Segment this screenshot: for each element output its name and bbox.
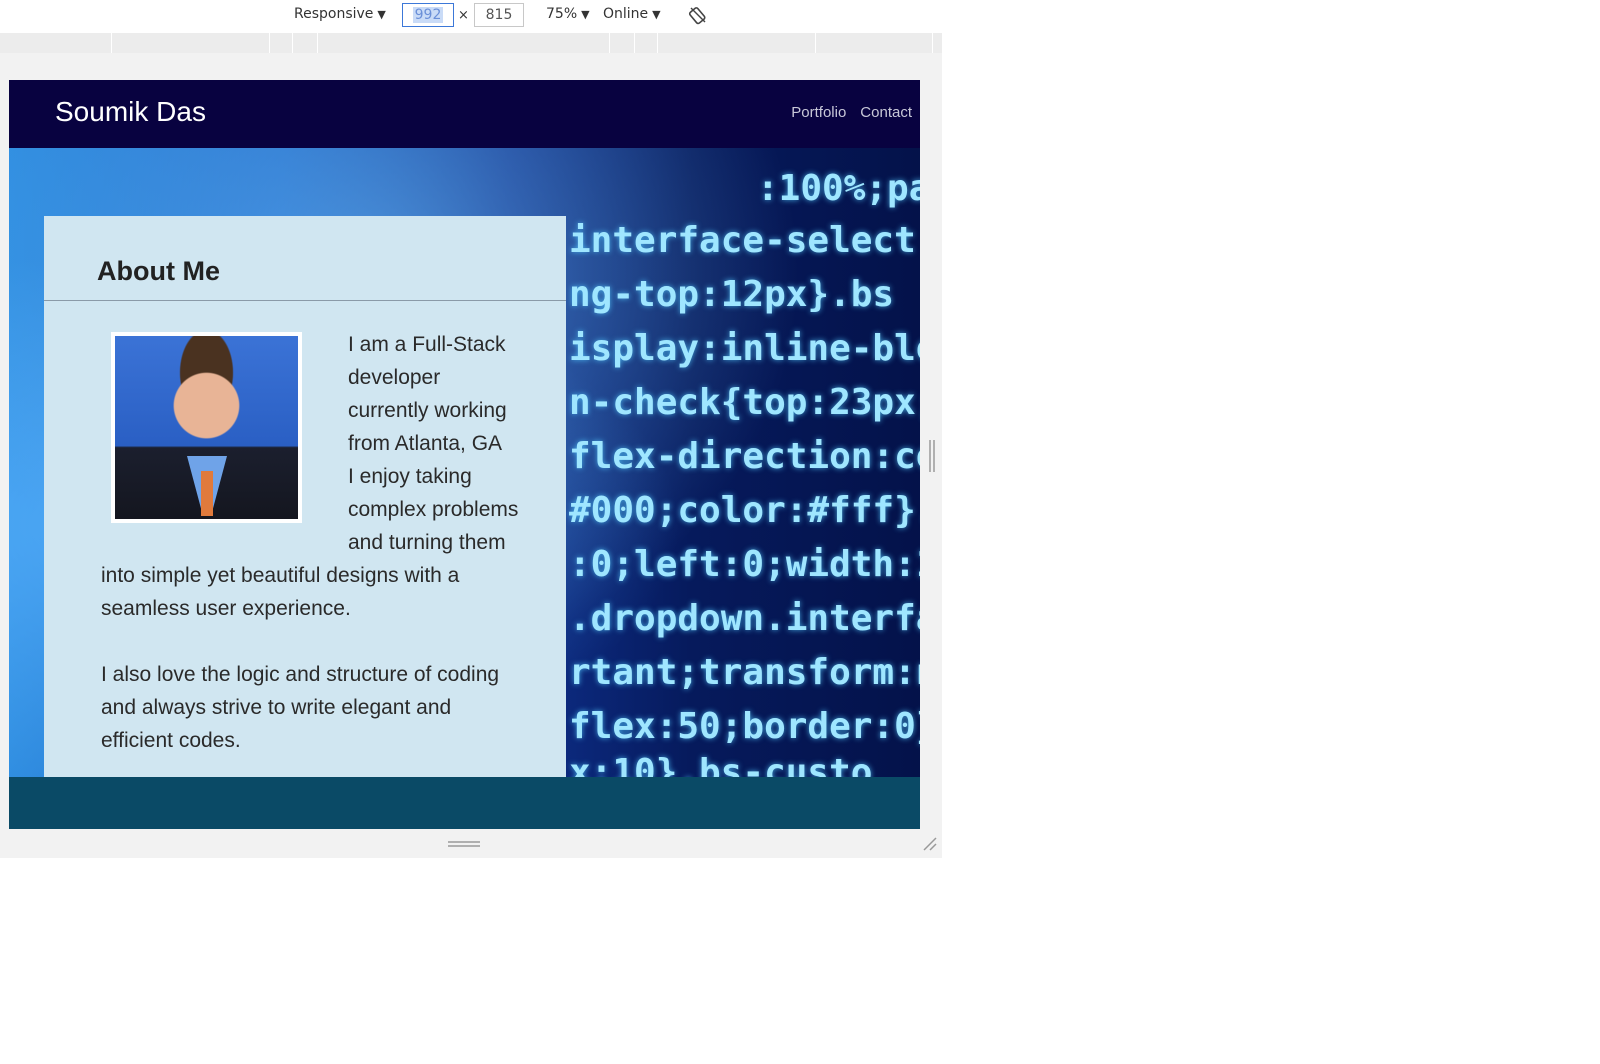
code-text: flex:50;border:0}. (569, 706, 920, 747)
media-seg (932, 33, 933, 53)
code-text: ng-top:12px}.bs (569, 274, 895, 315)
code-text: :100%;pad (757, 168, 920, 209)
navbar: Soumik Das Portfolio Contact (9, 80, 920, 148)
photo-tie (201, 471, 213, 516)
media-seg (317, 33, 318, 53)
media-seg (815, 33, 816, 53)
about-paragraph: I also love the logic and structure of c… (101, 663, 500, 752)
about-title: About Me (97, 256, 220, 286)
device-mode-label: Responsive (294, 6, 374, 22)
device-mode-select[interactable]: Responsive ▼ (294, 6, 386, 22)
rotate-icon[interactable] (688, 5, 708, 25)
zoom-select[interactable]: 75% ▼ (546, 6, 590, 22)
code-text: x:10}.bs-custo (569, 752, 873, 777)
code-text: .dropdown.interface (569, 598, 920, 639)
profile-photo (111, 332, 302, 523)
nav-portfolio-link[interactable]: Portfolio (791, 104, 846, 121)
hero-background: :100%;pad interface-select ng-top:12px}.… (9, 148, 920, 777)
code-text: #000;color:#fff}.l (569, 490, 920, 531)
height-value: 815 (485, 7, 513, 23)
media-seg (292, 33, 293, 53)
emulated-page: Soumik Das Portfolio Contact :100%;pad i… (9, 80, 920, 829)
media-query-bar[interactable] (0, 33, 942, 53)
about-card: About Me I am a Full-Stack developer cur… (44, 216, 566, 777)
network-throttle-select[interactable]: Online ▼ (603, 6, 661, 22)
resize-handle-right[interactable] (929, 440, 935, 472)
width-value: 992 (412, 7, 444, 23)
network-label: Online (603, 6, 649, 22)
media-seg (269, 33, 270, 53)
dimension-separator: × (458, 8, 469, 23)
media-seg (634, 33, 635, 53)
zoom-label: 75% (546, 6, 578, 22)
chevron-down-icon: ▼ (652, 7, 661, 21)
nav-links: Portfolio Contact (791, 104, 912, 121)
resize-corner-icon[interactable] (922, 836, 938, 852)
code-text: :0;left:0;width:10 (569, 544, 920, 585)
code-text: n-check{top:23px; (569, 382, 920, 423)
media-seg (111, 33, 112, 53)
about-body: I am a Full-Stack developer currently wo… (101, 328, 521, 757)
height-input[interactable]: 815 (474, 3, 524, 27)
media-seg (657, 33, 658, 53)
code-text: isplay:inline-bloc (569, 328, 920, 369)
device-toolbar: Responsive ▼ 992 × 815 75% ▼ Online ▼ (0, 0, 942, 30)
brand-link[interactable]: Soumik Das (55, 96, 206, 128)
code-text: rtant;transform:no (569, 652, 920, 693)
footer (9, 777, 920, 829)
media-seg (609, 33, 610, 53)
resize-handle-bottom[interactable] (448, 841, 480, 847)
code-text: flex-direction:co (569, 436, 920, 477)
chevron-down-icon: ▼ (377, 7, 386, 21)
chevron-down-icon: ▼ (581, 7, 590, 21)
code-text: interface-select (569, 220, 916, 261)
width-input[interactable]: 992 (402, 3, 454, 27)
divider (44, 300, 566, 301)
nav-contact-link[interactable]: Contact (860, 104, 912, 121)
